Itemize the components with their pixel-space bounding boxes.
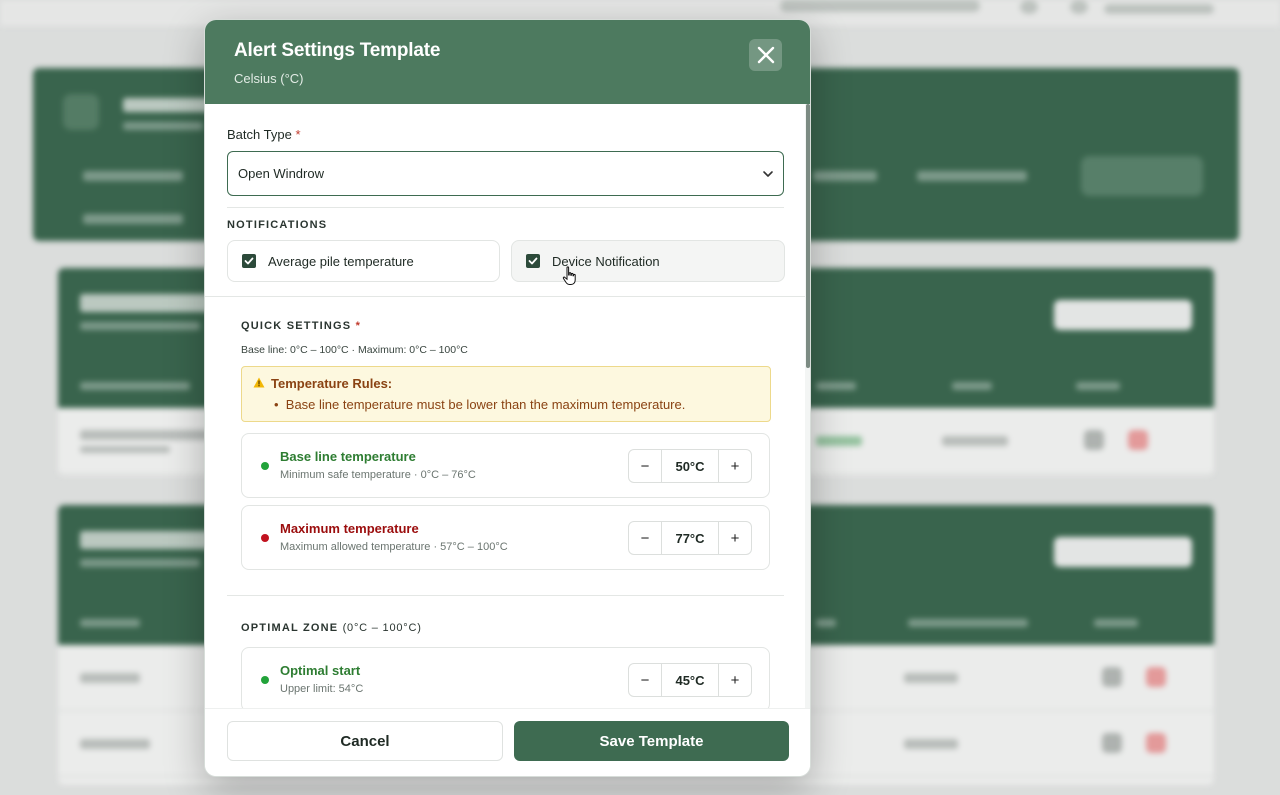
batch-type-select[interactable]: Open Windrow [227, 151, 784, 196]
modal-title: Alert Settings Template [234, 40, 441, 61]
batch-type-value: Open Windrow [238, 166, 324, 181]
status-dot [261, 534, 269, 542]
optimal-start-card: Optimal start Upper limit: 54°C − 45°C + [241, 647, 770, 708]
optimal-zone-range: (0°C – 100°C) [342, 622, 422, 634]
batch-type-label: Batch Type * [227, 127, 301, 142]
notification-option-average-pile[interactable]: Average pile temperature [227, 240, 500, 282]
quick-settings-heading: QUICK SETTINGS * [241, 320, 362, 332]
setting-description: Minimum safe temperature · 0°C – 76°C [280, 469, 476, 481]
increment-button[interactable]: + [719, 664, 751, 696]
setting-name: Maximum temperature [280, 521, 419, 536]
divider [205, 296, 805, 297]
modal-body[interactable]: Batch Type * Open Windrow NOTIFICATIONS … [205, 104, 805, 708]
status-dot [261, 676, 269, 684]
temperature-rule-item: • Base line temperature must be lower th… [274, 397, 686, 412]
decrement-button[interactable]: − [629, 450, 661, 482]
setting-description: Maximum allowed temperature · 57°C – 100… [280, 541, 508, 553]
checkbox-checked-icon[interactable] [526, 254, 540, 268]
alert-settings-modal: Alert Settings Template Celsius (°C) Bat… [204, 19, 811, 777]
modal-header: Alert Settings Template Celsius (°C) [205, 20, 810, 104]
notification-option-label: Average pile temperature [268, 253, 414, 269]
setting-name: Base line temperature [280, 449, 416, 464]
cancel-button[interactable]: Cancel [227, 721, 503, 761]
notifications-heading: NOTIFICATIONS [227, 219, 328, 231]
required-mark: * [295, 127, 301, 142]
stepper-value[interactable]: 77°C [661, 522, 719, 554]
maximum-stepper[interactable]: − 77°C + [628, 521, 752, 555]
base-line-temperature-card: Base line temperature Minimum safe tempe… [241, 433, 770, 498]
divider [227, 207, 784, 208]
checkbox-checked-icon[interactable] [242, 254, 256, 268]
quick-settings-hint: Base line: 0°C – 100°C · Maximum: 0°C – … [241, 344, 468, 356]
divider [227, 595, 784, 596]
increment-button[interactable]: + [719, 522, 751, 554]
increment-button[interactable]: + [719, 450, 751, 482]
optimal-start-stepper[interactable]: − 45°C + [628, 663, 752, 697]
setting-name: Optimal start [280, 663, 361, 678]
modal-subtitle: Celsius (°C) [234, 71, 304, 86]
maximum-temperature-card: Maximum temperature Maximum allowed temp… [241, 505, 770, 570]
save-template-button[interactable]: Save Template [514, 721, 789, 761]
warning-icon [253, 377, 265, 388]
status-dot [261, 462, 269, 470]
temperature-rules-title: Temperature Rules: [271, 376, 393, 391]
modal-footer: Cancel Save Template [205, 708, 810, 776]
optimal-zone-heading: OPTIMAL ZONE (0°C – 100°C) [241, 622, 422, 634]
close-button[interactable] [749, 39, 782, 71]
stepper-value[interactable]: 45°C [661, 664, 719, 696]
setting-description: Upper limit: 54°C [280, 683, 364, 695]
chevron-down-icon [763, 171, 773, 177]
scrollbar[interactable] [805, 104, 810, 708]
notification-option-device[interactable]: Device Notification [511, 240, 785, 282]
temperature-rules-alert: Temperature Rules: • Base line temperatu… [241, 366, 771, 422]
scrollbar-thumb[interactable] [806, 104, 810, 368]
close-icon [757, 46, 774, 64]
decrement-button[interactable]: − [629, 522, 661, 554]
decrement-button[interactable]: − [629, 664, 661, 696]
hand-pointer-icon [562, 266, 576, 285]
base-line-stepper[interactable]: − 50°C + [628, 449, 752, 483]
stepper-value[interactable]: 50°C [661, 450, 719, 482]
